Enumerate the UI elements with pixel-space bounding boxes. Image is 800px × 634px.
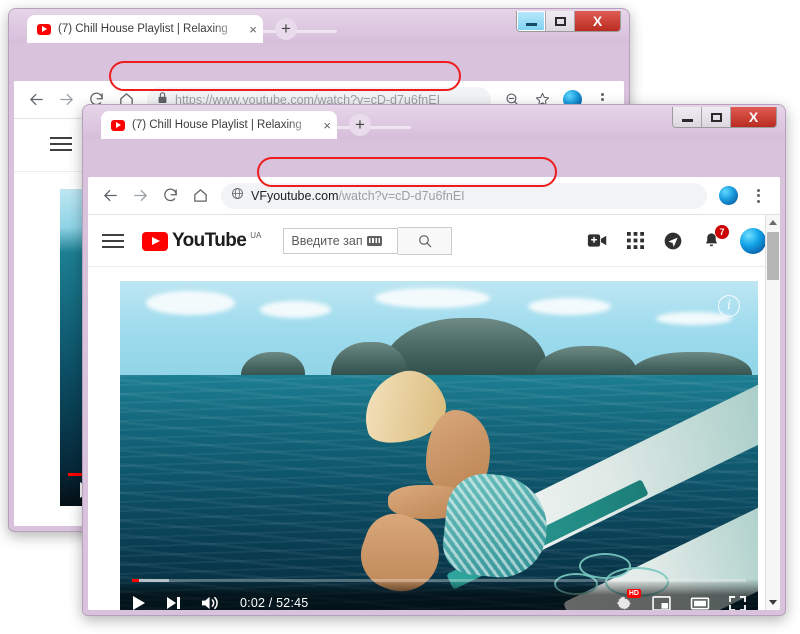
minimize-icon xyxy=(525,23,537,26)
back-arrow-icon[interactable] xyxy=(96,182,124,210)
minimize-button[interactable] xyxy=(517,11,546,31)
youtube-wordmark: YouTube xyxy=(172,229,247,251)
video-cloud xyxy=(528,298,612,315)
maximize-button[interactable] xyxy=(546,11,575,31)
play-button[interactable] xyxy=(132,595,146,610)
hamburger-menu-icon[interactable] xyxy=(50,137,72,151)
url-text: VFyoutube.com/watch?v=cD-d7u6fnEI xyxy=(251,189,465,203)
browser-tab[interactable]: (7) Chill House Playlist | Relaxing × xyxy=(101,111,337,139)
minimize-button[interactable] xyxy=(673,107,702,127)
forward-arrow-icon[interactable] xyxy=(126,182,154,210)
player-controls: 0:02 / 52:45 HD xyxy=(120,579,758,610)
browser-window-foreground[interactable]: (7) Chill House Playlist | Relaxing × + … xyxy=(82,104,786,616)
close-button[interactable]: X xyxy=(575,11,620,31)
messages-icon[interactable] xyxy=(663,231,683,251)
globe-icon xyxy=(231,187,244,205)
new-tab-button[interactable]: + xyxy=(349,114,371,136)
quality-badge: HD xyxy=(626,588,641,598)
youtube-favicon xyxy=(111,119,125,131)
window-caption-buttons[interactable]: X xyxy=(672,107,777,128)
kebab-icon xyxy=(756,188,760,203)
youtube-header-actions: 7 xyxy=(587,225,766,254)
address-bar[interactable]: VFyoutube.com/watch?v=cD-d7u6fnEI xyxy=(221,182,707,209)
forward-arrow-icon[interactable] xyxy=(52,86,80,114)
titlebar-foreground-window[interactable]: (7) Chill House Playlist | Relaxing × + … xyxy=(83,105,785,139)
tab-close-button[interactable]: × xyxy=(323,119,331,132)
scroll-down-arrow[interactable] xyxy=(766,595,780,610)
search-button[interactable] xyxy=(398,226,453,255)
youtube-page: YouTube UA Введите зап 7 i 0:02 / 52:45 … xyxy=(88,215,780,610)
close-button[interactable]: X xyxy=(731,107,776,127)
notification-badge: 7 xyxy=(715,225,729,239)
tab-strip-tail xyxy=(333,126,411,129)
youtube-content-area: i 0:02 / 52:45 HD xyxy=(88,267,780,610)
three-dot-menu[interactable] xyxy=(744,182,772,210)
tab-close-button[interactable]: × xyxy=(249,23,257,36)
search-icon xyxy=(419,234,432,247)
video-cloud xyxy=(375,287,491,309)
browser-content-foreground: VFyoutube.com/watch?v=cD-d7u6fnEI YouTub… xyxy=(88,177,780,610)
url-host: VFyoutube.com xyxy=(251,188,339,203)
miniplayer-button[interactable] xyxy=(652,595,671,610)
scroll-up-arrow[interactable] xyxy=(766,215,780,230)
maximize-button[interactable] xyxy=(702,107,731,127)
minimize-icon xyxy=(681,119,693,122)
search-placeholder: Введите зап xyxy=(291,233,363,248)
tab-strip-tail xyxy=(259,30,337,33)
window-caption-buttons[interactable]: X xyxy=(516,11,621,32)
close-icon: X xyxy=(748,109,759,125)
next-video-button[interactable] xyxy=(166,596,181,610)
fullscreen-button[interactable] xyxy=(729,595,746,610)
url-path: /watch?v=cD-d7u6fnEI xyxy=(338,188,465,203)
progress-played xyxy=(132,579,139,582)
control-row: 0:02 / 52:45 HD xyxy=(132,588,746,611)
account-avatar[interactable] xyxy=(740,227,766,254)
youtube-header: YouTube UA Введите зап 7 xyxy=(88,215,780,267)
scrollbar-thumb[interactable] xyxy=(767,232,779,280)
back-arrow-icon[interactable] xyxy=(22,86,50,114)
browser-toolbar-foreground[interactable]: VFyoutube.com/watch?v=cD-d7u6fnEI xyxy=(88,177,780,215)
apps-grid-icon[interactable] xyxy=(627,232,644,249)
control-row-right: HD xyxy=(616,588,746,611)
search-input[interactable]: Введите зап xyxy=(283,227,399,254)
video-cloud xyxy=(145,291,235,315)
tab-title: (7) Chill House Playlist | Relaxing xyxy=(132,119,302,131)
maximize-icon xyxy=(554,16,566,26)
youtube-favicon xyxy=(37,23,51,35)
new-tab-button[interactable]: + xyxy=(275,18,297,40)
close-icon: X xyxy=(592,13,603,29)
reload-icon[interactable] xyxy=(156,182,184,210)
keyboard-icon[interactable] xyxy=(366,235,382,246)
volume-button[interactable] xyxy=(201,595,220,610)
hamburger-menu-icon[interactable] xyxy=(102,233,124,248)
time-display: 0:02 / 52:45 xyxy=(240,596,309,610)
youtube-logo[interactable]: YouTube UA xyxy=(142,229,262,251)
page-scrollbar[interactable] xyxy=(765,215,780,610)
browser-tab[interactable]: (7) Chill House Playlist | Relaxing × xyxy=(27,15,263,43)
tab-title: (7) Chill House Playlist | Relaxing xyxy=(58,23,228,35)
progress-bar[interactable] xyxy=(132,579,746,582)
notifications-bell-icon[interactable]: 7 xyxy=(702,225,729,250)
profile-avatar[interactable] xyxy=(714,182,742,210)
theater-mode-button[interactable] xyxy=(690,596,710,611)
titlebar-background-window[interactable]: (7) Chill House Playlist | Relaxing × + … xyxy=(9,9,629,43)
settings-button[interactable]: HD xyxy=(616,588,641,611)
video-info-button[interactable]: i xyxy=(718,295,740,317)
home-icon[interactable] xyxy=(186,182,214,210)
youtube-country-code: UA xyxy=(250,230,262,240)
create-video-icon[interactable] xyxy=(587,232,608,249)
video-player[interactable]: i 0:02 / 52:45 HD xyxy=(120,281,758,610)
youtube-play-badge-icon xyxy=(142,231,168,251)
maximize-icon xyxy=(710,112,722,122)
avatar xyxy=(718,186,738,205)
youtube-search[interactable]: Введите зап xyxy=(283,226,453,255)
